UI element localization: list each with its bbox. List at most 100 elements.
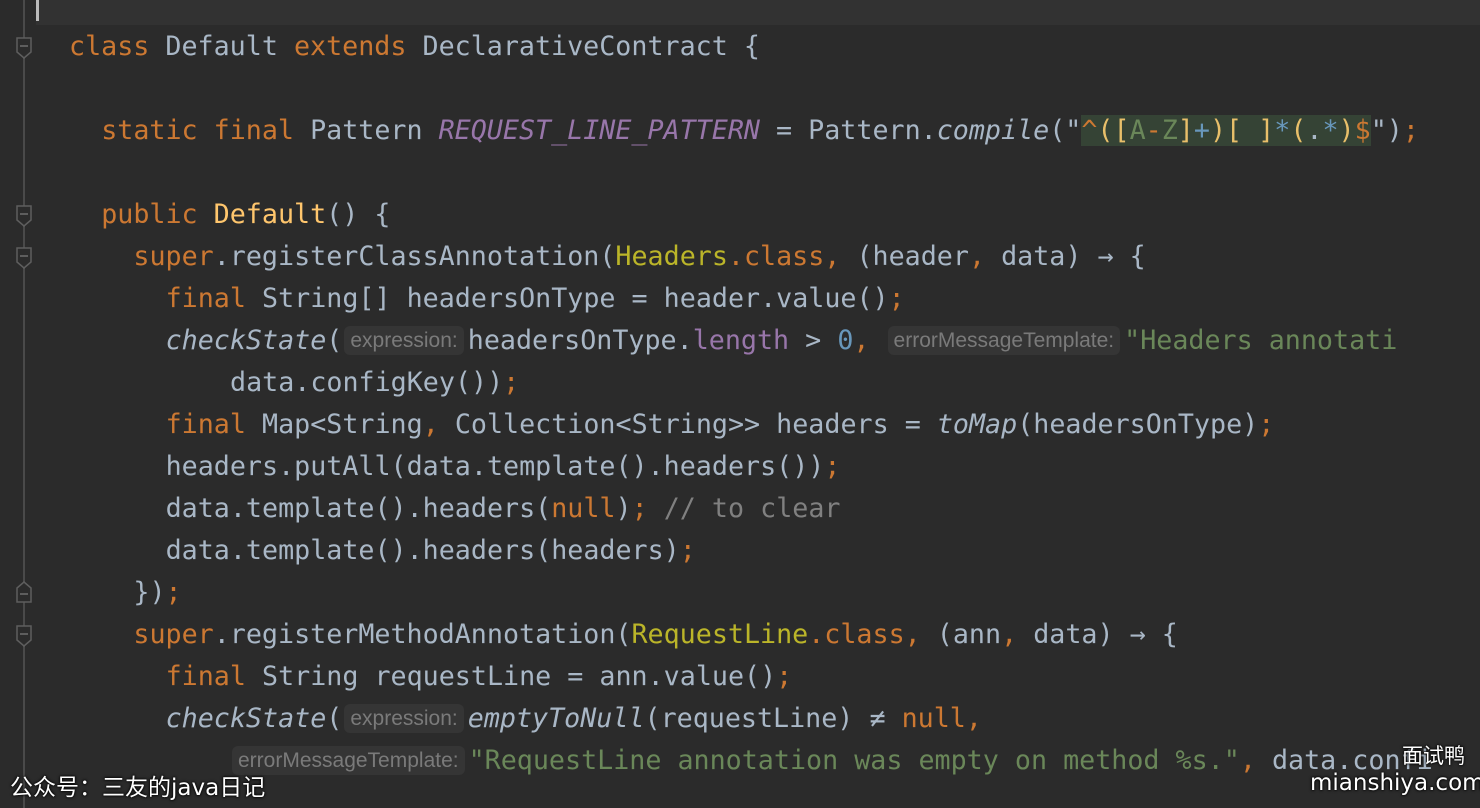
code-token: Collection<String>> headers =	[454, 409, 937, 440]
code-token: data.configKey())	[230, 367, 504, 398]
code-token: (	[1290, 115, 1307, 146]
code-token: (header	[856, 241, 969, 272]
fold-end-icon[interactable]	[15, 581, 33, 603]
parameter-hint: errorMessageTemplate:	[887, 326, 1121, 355]
code-token: ("	[1049, 115, 1082, 146]
code-line[interactable]: data.template().headers(headers);	[69, 530, 1480, 572]
code-token: data.template().headers(headers)	[165, 535, 680, 566]
code-line[interactable]: data.template().headers(null); // to cle…	[69, 488, 1480, 530]
code-token: Default	[213, 199, 327, 230]
code-token: = Pattern.	[759, 115, 937, 146]
code-token: data) → {	[1001, 241, 1146, 272]
code-token: final	[165, 409, 246, 440]
code-token: ;	[679, 535, 696, 566]
code-token: *	[1274, 115, 1291, 146]
fold-collapse-icon[interactable]	[15, 205, 33, 227]
code-token: )[ ]	[1209, 115, 1275, 146]
code-token: String[] headersOnType = header.value()	[245, 283, 889, 314]
code-line[interactable]: final Map<String, Collection<String>> he…	[69, 404, 1480, 446]
code-token: ,	[422, 409, 455, 440]
code-token: ;	[776, 661, 793, 692]
code-token: null	[901, 703, 966, 734]
code-token: Map<String	[245, 409, 423, 440]
fold-collapse-icon[interactable]	[15, 37, 33, 59]
code-line[interactable]: class Default extends DeclarativeContrac…	[69, 26, 1480, 68]
code-token: A	[1129, 115, 1146, 146]
code-token: *	[1322, 115, 1339, 146]
code-token: final	[165, 661, 246, 692]
code-token: ;	[503, 367, 520, 398]
code-editor[interactable]: class Default extends DeclarativeContrac…	[69, 0, 1480, 782]
code-token: (headersOnType)	[1017, 409, 1259, 440]
code-token: +	[1193, 115, 1210, 146]
code-line[interactable]: public Default() {	[69, 194, 1480, 236]
code-token: headersOnType.	[467, 325, 693, 356]
code-token: .class,	[808, 619, 937, 650]
code-token: extends	[293, 31, 407, 62]
code-token: $	[1354, 115, 1371, 146]
code-token: "Headers annotati	[1124, 325, 1398, 356]
code-token: .	[1306, 115, 1323, 146]
code-token: Z	[1161, 115, 1178, 146]
code-token: ")	[1370, 115, 1403, 146]
code-line[interactable]: super.registerClassAnnotation(Headers.cl…	[69, 236, 1480, 278]
code-token: checkState	[165, 325, 327, 356]
code-token: Headers	[615, 241, 728, 272]
code-token: ;	[1402, 115, 1419, 146]
code-token: checkState	[165, 703, 327, 734]
code-line[interactable]: final String[] headersOnType = header.va…	[69, 278, 1480, 320]
code-token: RequestLine	[631, 619, 809, 650]
code-token: ,	[1239, 745, 1272, 776]
code-token: ;	[824, 451, 841, 482]
code-line[interactable]: final String requestLine = ann.value();	[69, 656, 1480, 698]
code-token: class	[69, 31, 150, 62]
code-token: toMap	[936, 409, 1018, 440]
code-token: .registerMethodAnnotation(	[213, 619, 632, 650]
code-token: ([	[1097, 115, 1130, 146]
code-line[interactable]: errorMessageTemplate: "RequestLine annota…	[69, 740, 1480, 782]
code-token: 0	[837, 325, 854, 356]
code-token: .class,	[727, 241, 857, 272]
code-token: DeclarativeContract {	[406, 31, 760, 62]
code-line[interactable]: checkState(expression: headersOnType.leng…	[69, 320, 1480, 362]
parameter-hint: expression:	[344, 704, 464, 733]
code-token: (	[326, 703, 343, 734]
code-token: ;	[631, 493, 648, 524]
code-token: })	[133, 577, 166, 608]
code-token: emptyToNull	[467, 703, 645, 734]
watermark-left: 公众号：三友的java日记	[10, 775, 266, 801]
parameter-hint: expression:	[344, 326, 464, 355]
code-token: "RequestLine annotation was empty on met…	[468, 745, 1240, 776]
parameter-hint: errorMessageTemplate:	[232, 746, 465, 775]
code-token: static final	[101, 115, 294, 146]
code-token: public	[101, 199, 198, 230]
code-line[interactable]: super.registerMethodAnnotation(RequestLi…	[69, 614, 1480, 656]
code-token: ,	[853, 325, 886, 356]
code-token: Pattern	[294, 115, 439, 146]
code-token: REQUEST_LINE_PATTERN	[438, 115, 760, 146]
code-line[interactable]: static final Pattern REQUEST_LINE_PATTER…	[69, 110, 1480, 152]
code-line[interactable]	[69, 0, 1480, 26]
code-token: compile	[936, 115, 1050, 146]
code-line[interactable]: data.configKey());	[69, 362, 1480, 404]
code-token: length	[692, 325, 790, 356]
code-line[interactable]	[69, 68, 1480, 110]
code-token: -	[1145, 115, 1162, 146]
code-token: ]	[1177, 115, 1194, 146]
code-token: (ann	[936, 619, 1002, 650]
fold-collapse-icon[interactable]	[15, 247, 33, 269]
code-token: super	[133, 241, 214, 272]
fold-collapse-icon[interactable]	[15, 625, 33, 647]
code-token: ,	[1001, 619, 1034, 650]
code-line[interactable]: });	[69, 572, 1480, 614]
code-token: ^	[1081, 115, 1098, 146]
code-token: final	[165, 283, 246, 314]
code-token: ;	[165, 577, 182, 608]
code-line[interactable]	[69, 152, 1480, 194]
code-line[interactable]: headers.putAll(data.template().headers()…	[69, 446, 1480, 488]
code-line[interactable]: checkState(expression: emptyToNull(reques…	[69, 698, 1480, 740]
code-token: data.template().headers(	[165, 493, 552, 524]
code-token: )	[1338, 115, 1355, 146]
code-token: () {	[326, 199, 391, 230]
